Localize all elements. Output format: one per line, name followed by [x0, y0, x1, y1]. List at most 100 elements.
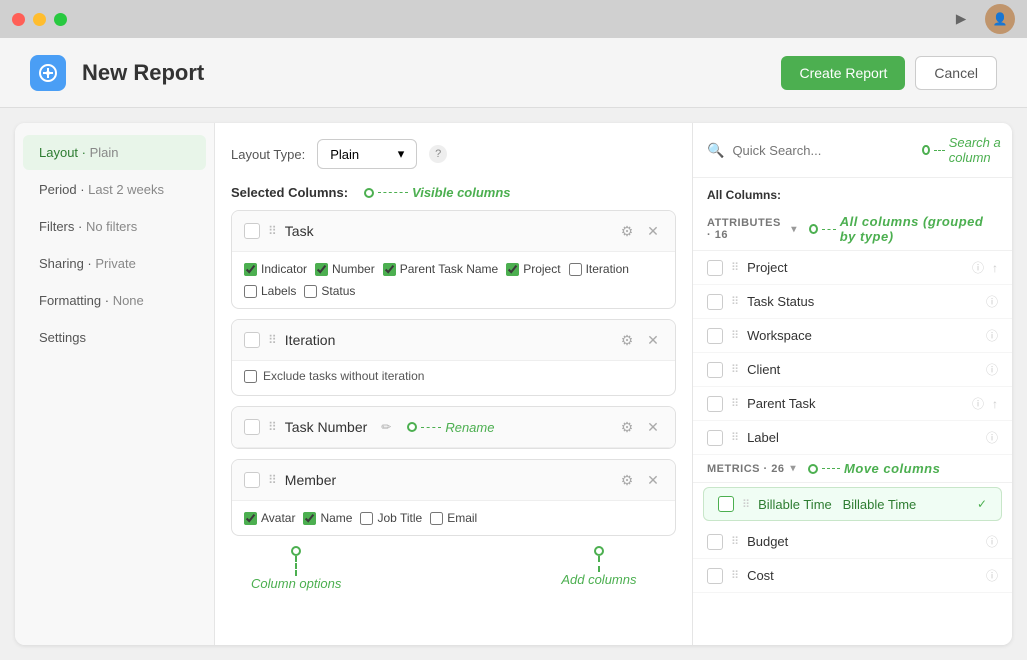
workspace-info-icon[interactable]: ⓘ — [986, 327, 998, 344]
list-item[interactable]: ⠿ Label ⓘ — [693, 421, 1012, 455]
budget-drag: ⠿ — [731, 535, 739, 548]
parent-task-info-icon[interactable]: ⓘ — [972, 395, 984, 412]
avatar-checkbox[interactable] — [244, 512, 257, 525]
labels-option[interactable]: Labels — [244, 284, 296, 298]
client-checkbox[interactable] — [707, 362, 723, 378]
labels-checkbox[interactable] — [244, 285, 257, 298]
project-move-icon[interactable]: ↑ — [992, 261, 998, 275]
parent-task-move-icon[interactable]: ↑ — [992, 397, 998, 411]
sidebar-item-period[interactable]: Period · Last 2 weeks — [23, 172, 206, 207]
layout-info-icon[interactable]: ? — [429, 145, 447, 163]
iteration-remove-button[interactable]: ✕ — [643, 330, 663, 350]
layout-type-select[interactable]: Plain ▾ — [317, 139, 417, 169]
parent-task-drag: ⠿ — [731, 397, 739, 410]
task-number-drag-handle[interactable]: ⠿ — [268, 420, 277, 434]
sidebar-item-settings[interactable]: Settings — [23, 320, 206, 355]
cost-info-icon[interactable]: ⓘ — [986, 567, 998, 584]
task-remove-button[interactable]: ✕ — [643, 221, 663, 241]
parent-task-col-name: Parent Task — [747, 396, 964, 411]
sidebar-item-formatting[interactable]: Formatting · None — [23, 283, 206, 318]
play-button[interactable]: ▶ — [949, 7, 973, 31]
search-input[interactable] — [732, 143, 908, 158]
budget-checkbox[interactable] — [707, 534, 723, 550]
iteration-block-checkbox[interactable] — [244, 332, 260, 348]
workspace-checkbox[interactable] — [707, 328, 723, 344]
metrics-chevron-icon: ▾ — [791, 463, 797, 474]
avatar-option[interactable]: Avatar — [244, 511, 295, 525]
task-number-settings-button[interactable]: ⚙ — [617, 417, 637, 437]
minimize-button[interactable] — [33, 13, 46, 26]
list-item[interactable]: ⠿ Parent Task ⓘ ↑ — [693, 387, 1012, 421]
name-checkbox[interactable] — [303, 512, 316, 525]
project-checkbox[interactable] — [506, 263, 519, 276]
label-checkbox[interactable] — [707, 430, 723, 446]
budget-info-icon[interactable]: ⓘ — [986, 533, 998, 550]
task-status-info-icon[interactable]: ⓘ — [986, 293, 998, 310]
iteration-option[interactable]: Iteration — [569, 262, 629, 276]
task-block-checkbox[interactable] — [244, 223, 260, 239]
list-item[interactable]: ⠿ Workspace ⓘ — [693, 319, 1012, 353]
search-line — [934, 150, 945, 151]
sidebar-item-sharing[interactable]: Sharing · Private — [23, 246, 206, 281]
cancel-button[interactable]: Cancel — [915, 56, 997, 90]
job-title-option[interactable]: Job Title — [360, 511, 422, 525]
cost-checkbox[interactable] — [707, 568, 723, 584]
close-button[interactable] — [12, 13, 25, 26]
sidebar-item-filters[interactable]: Filters · No filters — [23, 209, 206, 244]
create-report-button[interactable]: Create Report — [781, 56, 905, 90]
list-item[interactable]: ⠿ Project ⓘ ↑ — [693, 251, 1012, 285]
iteration-drag-handle[interactable]: ⠿ — [268, 333, 277, 347]
column-options-annotation-wrapper: Column options — [251, 546, 341, 591]
name-option[interactable]: Name — [303, 511, 352, 525]
parent-task-name-option[interactable]: Parent Task Name — [383, 262, 499, 276]
member-drag-handle[interactable]: ⠿ — [268, 473, 277, 487]
task-status-checkbox[interactable] — [707, 294, 723, 310]
billable-time-info-icon[interactable]: ✓ — [977, 497, 987, 511]
list-item[interactable]: ⠿ Client ⓘ — [693, 353, 1012, 387]
project-option[interactable]: Project — [506, 262, 560, 276]
exclude-checkbox[interactable] — [244, 370, 257, 383]
task-settings-button[interactable]: ⚙ — [617, 221, 637, 241]
indicator-checkbox[interactable] — [244, 263, 257, 276]
list-item[interactable]: ⠿ Budget ⓘ — [693, 525, 1012, 559]
page-title: New Report — [82, 60, 204, 86]
member-remove-button[interactable]: ✕ — [643, 470, 663, 490]
project-info-icon[interactable]: ⓘ — [972, 259, 984, 276]
label-drag: ⠿ — [731, 431, 739, 444]
header-actions: Create Report Cancel — [781, 56, 997, 90]
member-block-checkbox[interactable] — [244, 472, 260, 488]
iteration-checkbox[interactable] — [569, 263, 582, 276]
iteration-settings-button[interactable]: ⚙ — [617, 330, 637, 350]
billable-time-item[interactable]: ⠿ Billable Time Billable Time ✓ — [703, 487, 1002, 521]
member-settings-button[interactable]: ⚙ — [617, 470, 637, 490]
parent-task-checkbox[interactable] — [707, 396, 723, 412]
status-option[interactable]: Status — [304, 284, 355, 298]
number-checkbox[interactable] — [315, 263, 328, 276]
client-info-icon[interactable]: ⓘ — [986, 361, 998, 378]
email-checkbox[interactable] — [430, 512, 443, 525]
task-number-block-checkbox[interactable] — [244, 419, 260, 435]
task-drag-handle[interactable]: ⠿ — [268, 224, 277, 238]
exclude-label: Exclude tasks without iteration — [263, 369, 424, 383]
column-options-label: Column options — [251, 576, 341, 591]
list-item[interactable]: ⠿ Task Status ⓘ — [693, 285, 1012, 319]
all-columns-annotation: All columns (grouped by type) — [809, 214, 998, 244]
indicator-option[interactable]: Indicator — [244, 262, 307, 276]
main-content: New Report Create Report Cancel Layout ·… — [0, 38, 1027, 660]
attributes-section-header[interactable]: ATTRIBUTES · 16 ▾ All columns (grouped b… — [693, 208, 1012, 251]
number-option[interactable]: Number — [315, 262, 375, 276]
maximize-button[interactable] — [54, 13, 67, 26]
billable-time-checkbox[interactable] — [718, 496, 734, 512]
status-checkbox[interactable] — [304, 285, 317, 298]
label-info-icon[interactable]: ⓘ — [986, 429, 998, 446]
task-number-remove-button[interactable]: ✕ — [643, 417, 663, 437]
project-checkbox[interactable] — [707, 260, 723, 276]
rename-icon[interactable]: ✏ — [381, 420, 391, 434]
metrics-section-header[interactable]: METRICS · 26 ▾ Move columns — [693, 455, 1012, 483]
list-item[interactable]: ⠿ Cost ⓘ — [693, 559, 1012, 593]
all-col-line — [822, 229, 836, 230]
parent-task-name-checkbox[interactable] — [383, 263, 396, 276]
job-title-checkbox[interactable] — [360, 512, 373, 525]
sidebar-item-layout[interactable]: Layout · Plain — [23, 135, 206, 170]
email-option[interactable]: Email — [430, 511, 477, 525]
